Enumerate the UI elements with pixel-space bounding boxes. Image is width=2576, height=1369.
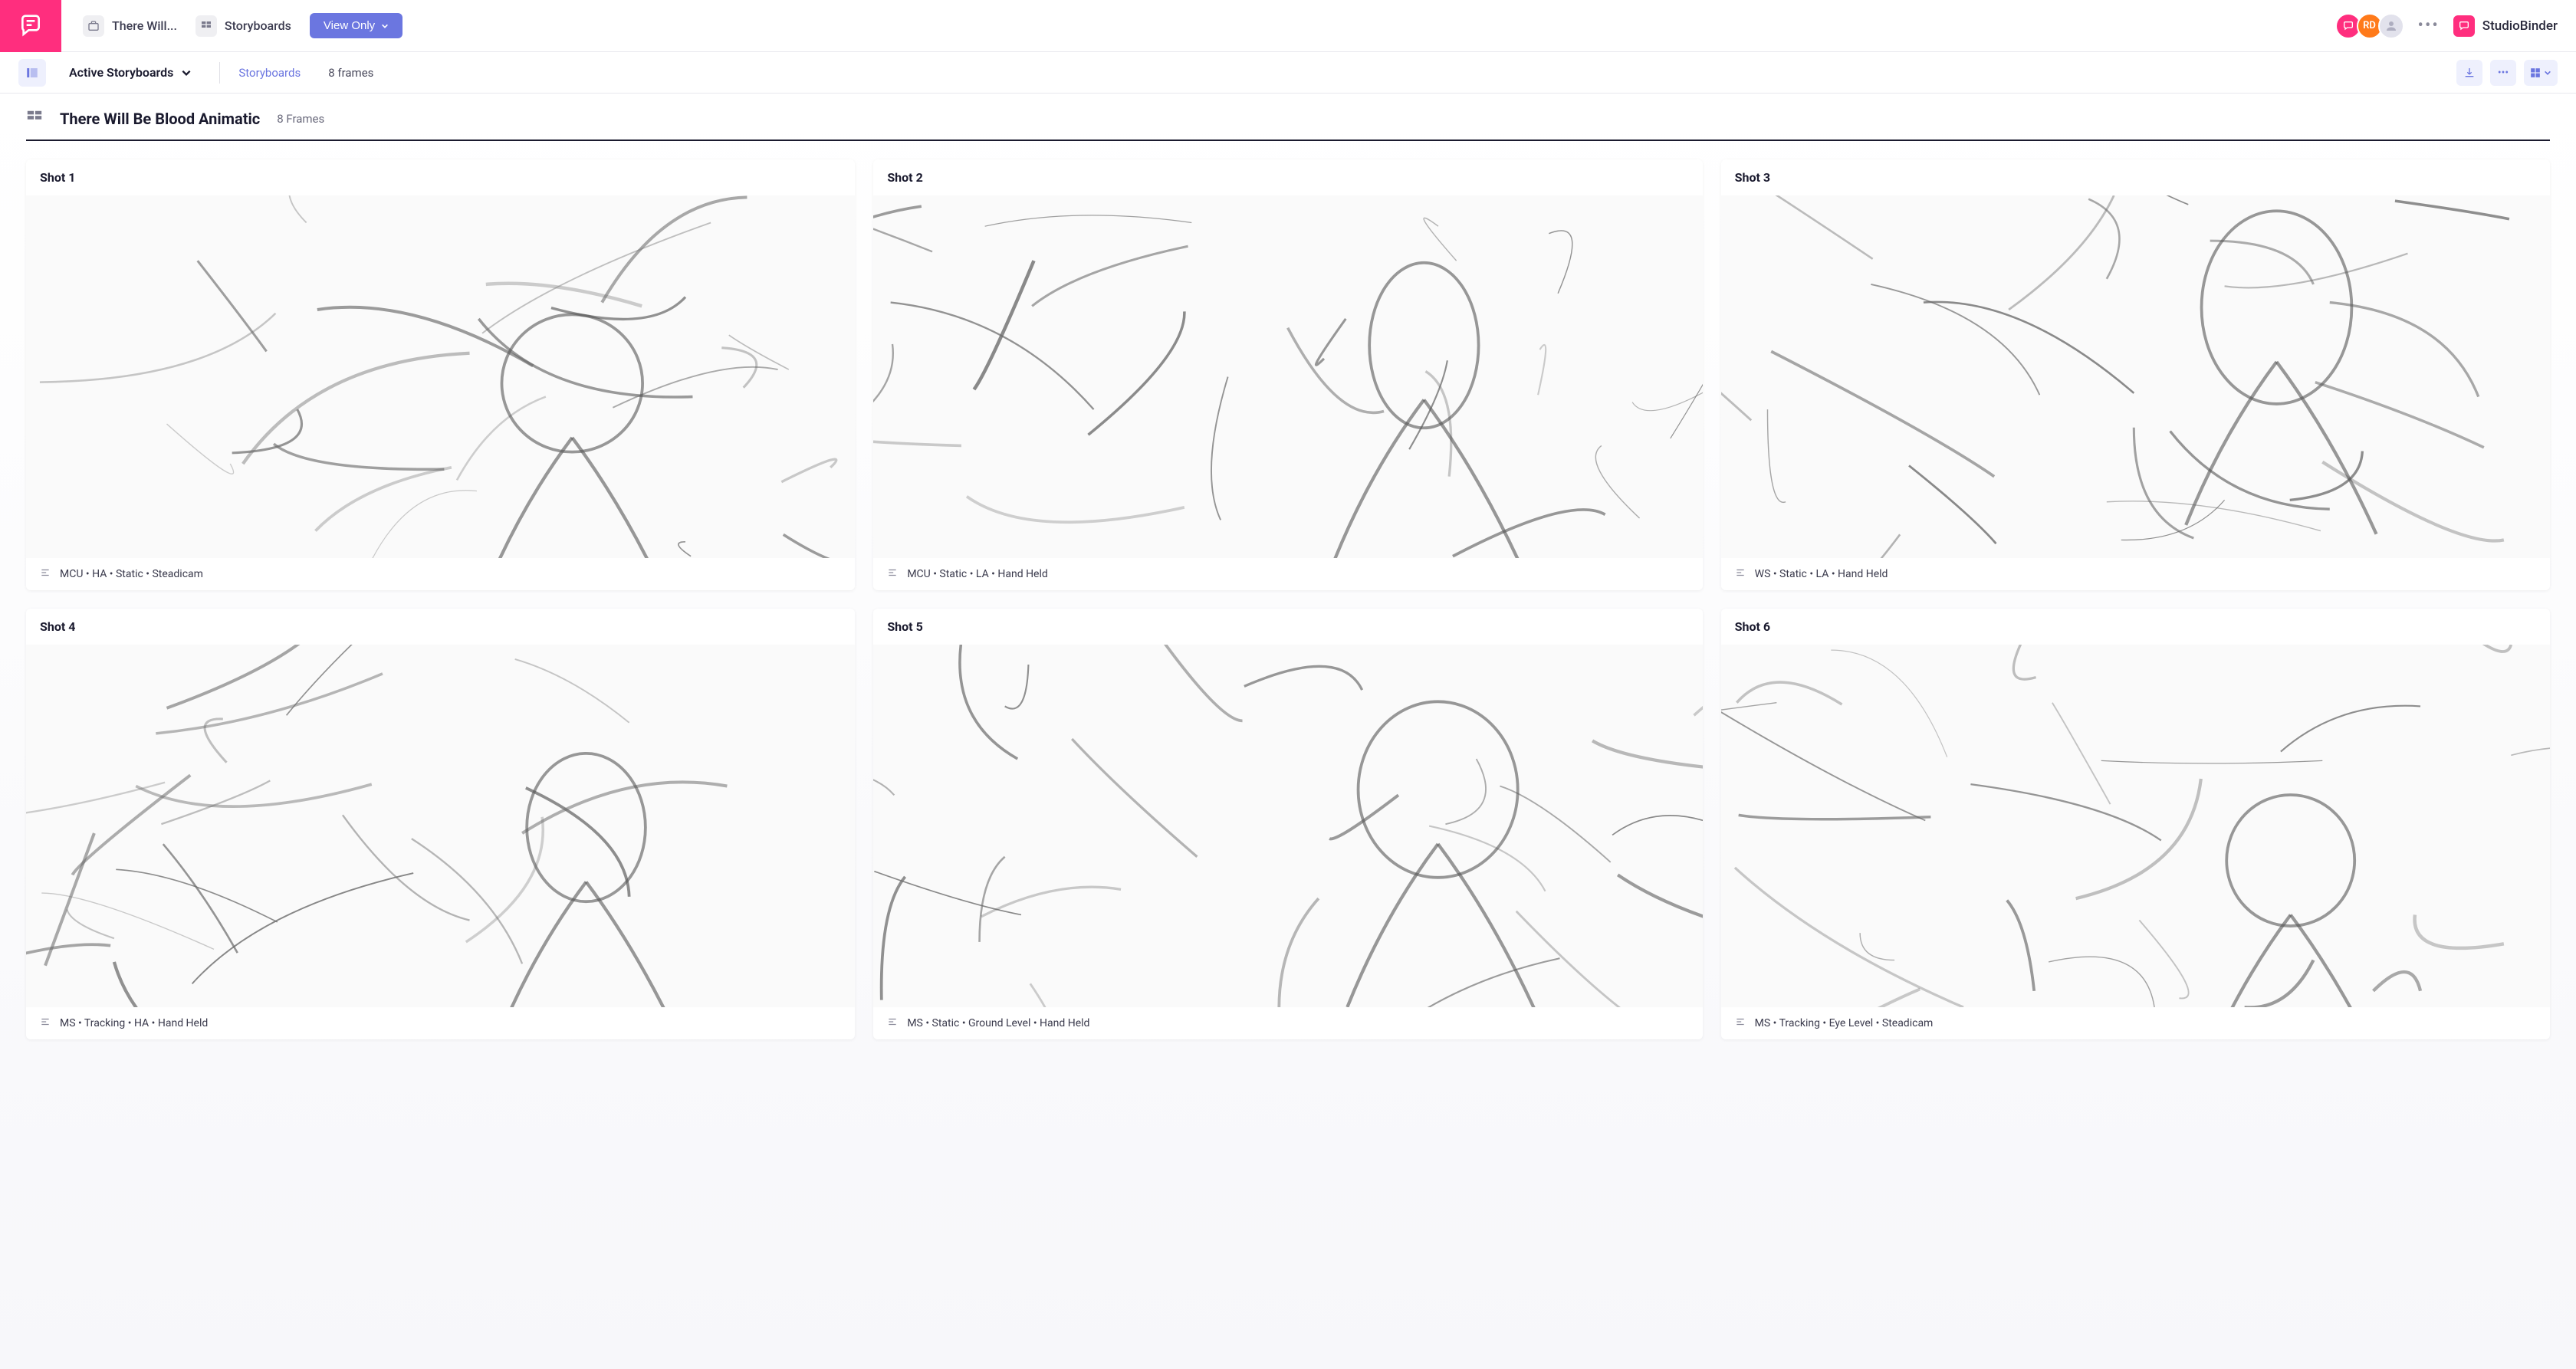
grid-icon	[196, 15, 217, 37]
sidebar-toggle-button[interactable]	[18, 59, 46, 87]
notes-icon	[1735, 1016, 1746, 1030]
brand-icon	[2453, 15, 2475, 37]
shot-meta: WS • Static • LA • Hand Held	[1755, 568, 1888, 580]
avatar-label: RD	[2363, 20, 2376, 31]
shot-meta: MS • Static • Ground Level • Hand Held	[907, 1017, 1089, 1029]
briefcase-icon	[83, 15, 104, 37]
avatar-placeholder[interactable]	[2378, 13, 2404, 39]
shot-thumbnail[interactable]	[1721, 195, 2550, 558]
shot-label: Shot 6	[1721, 609, 2550, 645]
shot-thumbnail[interactable]	[873, 645, 1702, 1007]
notes-icon	[887, 567, 898, 581]
view-mode-button[interactable]: View Only	[310, 13, 402, 38]
subbar: Active Storyboards Storyboards 8 frames …	[0, 52, 2576, 94]
chevron-down-icon	[181, 67, 192, 78]
user-icon	[2384, 19, 2398, 33]
page-title: There Will Be Blood Animatic	[60, 110, 260, 128]
notes-icon	[1735, 567, 1746, 581]
section-breadcrumb[interactable]: Storyboards	[196, 15, 291, 37]
shot-card[interactable]: Shot 1 MCU • HA • Static • Steadicam	[26, 159, 855, 590]
shot-card[interactable]: Shot 3 WS • Static • LA • Hand Held	[1721, 159, 2550, 590]
frames-count: 8 frames	[328, 66, 373, 80]
layout-toggle[interactable]	[2524, 60, 2558, 86]
shot-meta: MS • Tracking • HA • Hand Held	[60, 1017, 208, 1029]
dropdown-label: Active Storyboards	[69, 65, 173, 80]
topbar: There Will... Storyboards View Only RD •…	[0, 0, 2576, 52]
shot-card[interactable]: Shot 4 MS • Tracking • HA • Hand Held	[26, 609, 855, 1039]
storyboards-link[interactable]: Storyboards	[238, 66, 301, 80]
app-logo[interactable]	[0, 0, 61, 52]
shot-thumbnail[interactable]	[873, 195, 1702, 558]
shot-meta: MS • Tracking • Eye Level • Steadicam	[1755, 1017, 1934, 1029]
shot-thumbnail[interactable]	[26, 645, 855, 1007]
divider	[219, 62, 220, 84]
chevron-down-icon	[2544, 69, 2551, 77]
shot-meta-row: MS • Tracking • HA • Hand Held	[26, 1007, 855, 1039]
subbar-left: Active Storyboards Storyboards 8 frames	[18, 59, 373, 87]
shot-label: Shot 1	[26, 159, 855, 195]
shot-label: Shot 4	[26, 609, 855, 645]
notes-icon	[40, 567, 51, 581]
shot-label: Shot 3	[1721, 159, 2550, 195]
notes-icon	[887, 1016, 898, 1030]
content: There Will Be Blood Animatic 8 Frames Sh…	[0, 94, 2576, 1369]
notes-icon	[40, 1016, 51, 1030]
shot-meta-row: MCU • Static • LA • Hand Held	[873, 558, 1702, 590]
shot-thumbnail[interactable]	[26, 195, 855, 558]
shot-card[interactable]: Shot 6 MS • Tracking • Eye Level • Stead…	[1721, 609, 2550, 1039]
more-menu[interactable]: •••	[2418, 16, 2440, 35]
title-row: There Will Be Blood Animatic 8 Frames	[26, 109, 2550, 141]
shot-meta: MCU • HA • Static • Steadicam	[60, 568, 203, 580]
project-name: There Will...	[112, 18, 177, 33]
shot-label: Shot 5	[873, 609, 1702, 645]
shot-meta-row: WS • Static • LA • Hand Held	[1721, 558, 2550, 590]
shot-card[interactable]: Shot 2 MCU • Static • LA • Hand Held	[873, 159, 1702, 590]
view-mode-label: View Only	[324, 19, 375, 32]
panel-icon	[25, 66, 39, 80]
more-options-button[interactable]: •••	[2490, 60, 2516, 86]
shot-grid: Shot 1 MCU • HA • Static • Steadicam Sho…	[26, 159, 2550, 1039]
section-name: Storyboards	[225, 18, 291, 33]
project-breadcrumb[interactable]: There Will...	[83, 15, 177, 37]
avatar-stack[interactable]: RD	[2335, 13, 2404, 39]
shot-label: Shot 2	[873, 159, 1702, 195]
shot-thumbnail[interactable]	[1721, 645, 2550, 1007]
chevron-down-icon	[381, 22, 389, 30]
grid-icon	[2530, 67, 2541, 78]
storyboard-dropdown[interactable]: Active Storyboards	[60, 61, 201, 84]
download-icon	[2463, 67, 2476, 79]
chat-icon	[2342, 20, 2354, 32]
brand[interactable]: StudioBinder	[2453, 15, 2558, 37]
dots-icon: •••	[2498, 67, 2509, 79]
chat-icon	[18, 14, 43, 38]
shot-meta-row: MS • Static • Ground Level • Hand Held	[873, 1007, 1702, 1039]
page-subtitle: 8 Frames	[277, 112, 324, 126]
subbar-right: •••	[2456, 60, 2558, 86]
nav-items: There Will... Storyboards View Only	[83, 13, 2335, 38]
shot-card[interactable]: Shot 5 MS • Static • Ground Level • Hand…	[873, 609, 1702, 1039]
export-pdf-button[interactable]	[2456, 60, 2482, 86]
shot-meta: MCU • Static • LA • Hand Held	[907, 568, 1047, 580]
grid-icon	[26, 109, 43, 129]
brand-label: StudioBinder	[2482, 18, 2558, 34]
shot-meta-row: MCU • HA • Static • Steadicam	[26, 558, 855, 590]
shot-meta-row: MS • Tracking • Eye Level • Steadicam	[1721, 1007, 2550, 1039]
topbar-right: RD ••• StudioBinder	[2335, 13, 2558, 39]
